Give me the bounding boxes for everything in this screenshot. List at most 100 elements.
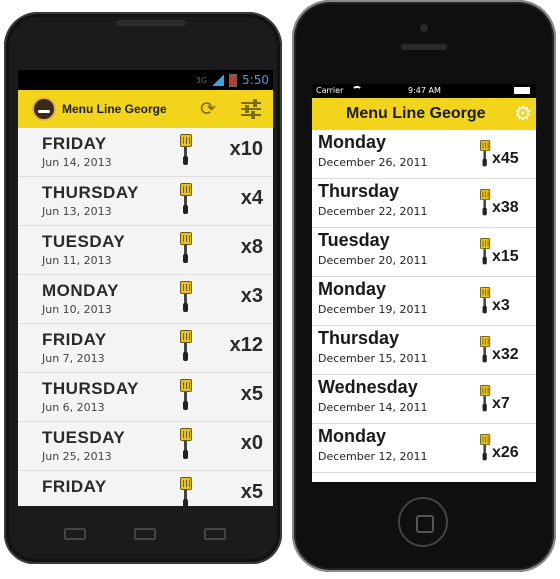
count-label: x38	[492, 199, 519, 216]
spatula-icon	[480, 140, 492, 172]
list-item[interactable]: THURSDAY Jun 13, 2013 x4	[18, 177, 273, 226]
spatula-icon	[180, 477, 192, 506]
count-label: x45	[492, 150, 519, 167]
app-title: Menu Line George	[62, 102, 167, 116]
count-label: x5	[240, 481, 263, 503]
count-label: x7	[492, 395, 510, 412]
android-nav-buttons	[4, 522, 282, 542]
spatula-icon	[480, 238, 492, 270]
front-camera	[420, 24, 428, 32]
date-label: December 26, 2011	[318, 156, 428, 169]
count-label: x26	[492, 444, 519, 461]
home-button[interactable]	[134, 528, 156, 540]
count-label: x10	[229, 138, 263, 160]
spatula-icon	[480, 434, 492, 466]
list-item[interactable]: Thursday December 22, 2011 x38	[312, 179, 536, 228]
day-label: TUESDAY	[42, 428, 126, 447]
date-label: December 20, 2011	[318, 254, 428, 267]
android-day-list: FRIDAY Jun 14, 2013 x10 THURSDAY Jun 13,…	[18, 128, 273, 506]
date-label: December 19, 2011	[318, 303, 428, 316]
day-label: THURSDAY	[42, 379, 139, 398]
day-label: Monday	[318, 279, 387, 299]
date-label: Jun 25, 2013	[42, 450, 112, 463]
list-item[interactable]: FRIDAY x5	[18, 471, 273, 506]
list-item[interactable]: Monday December 12, 2011 x26	[312, 424, 536, 473]
day-label: Wednesday	[318, 377, 418, 397]
date-label: Jun 10, 2013	[42, 303, 112, 316]
spatula-icon	[180, 330, 192, 362]
date-label: Jun 13, 2013	[42, 205, 112, 218]
spatula-icon	[180, 281, 192, 313]
spatula-icon	[180, 232, 192, 264]
spatula-icon	[180, 428, 192, 460]
day-label: FRIDAY	[42, 330, 107, 349]
android-earpiece	[116, 20, 186, 26]
battery-icon	[514, 87, 530, 94]
iphone-nav-bar: Menu Line George ⚙	[312, 98, 536, 130]
spatula-icon	[480, 189, 492, 221]
back-button[interactable]	[64, 528, 86, 540]
android-status-bar: 3G 5:50	[18, 70, 273, 90]
iphone-screen: Carrier 9:47 AM Menu Line George ⚙ Monda…	[312, 84, 536, 482]
day-label: MONDAY	[42, 281, 119, 300]
iphone-day-list: Monday December 26, 2011 x45 Thursday De…	[312, 130, 536, 473]
day-label: Thursday	[318, 328, 400, 348]
home-button[interactable]	[398, 497, 448, 547]
carrier-label: Carrier	[316, 86, 344, 95]
iphone-status-bar: Carrier 9:47 AM	[312, 84, 536, 98]
list-item[interactable]: FRIDAY Jun 14, 2013 x10	[18, 128, 273, 177]
app-title: Menu Line George	[346, 105, 486, 122]
day-label: Thursday	[318, 181, 400, 201]
day-label: Monday	[318, 426, 387, 446]
spatula-icon	[180, 134, 192, 166]
date-label: December 12, 2011	[318, 450, 428, 463]
list-item[interactable]: Monday December 26, 2011 x45	[312, 130, 536, 179]
signal-icon	[212, 74, 225, 86]
count-label: x3	[240, 285, 263, 307]
count-label: x5	[240, 383, 263, 405]
wifi-icon	[352, 86, 362, 94]
list-item[interactable]: THURSDAY Jun 6, 2013 x5	[18, 373, 273, 422]
spatula-icon	[480, 287, 492, 319]
spatula-icon	[180, 379, 192, 411]
list-item[interactable]: MONDAY Jun 10, 2013 x3	[18, 275, 273, 324]
day-label: Monday	[318, 132, 387, 152]
date-label: Jun 14, 2013	[42, 156, 112, 169]
day-label: THURSDAY	[42, 183, 139, 202]
spatula-icon	[180, 183, 192, 215]
date-label: December 14, 2011	[318, 401, 428, 414]
date-label: Jun 6, 2013	[42, 401, 105, 414]
count-label: x0	[240, 432, 263, 454]
android-phone: 3G 5:50 Menu Line George ⟳ FRIDAY Jun 14…	[4, 12, 282, 564]
list-item[interactable]: FRIDAY Jun 7, 2013 x12	[18, 324, 273, 373]
count-label: x8	[240, 236, 263, 258]
iphone: Carrier 9:47 AM Menu Line George ⚙ Monda…	[292, 0, 556, 572]
spatula-icon	[480, 385, 492, 417]
day-label: Tuesday	[318, 230, 390, 250]
sliders-icon[interactable]	[241, 99, 261, 119]
iphone-speaker	[401, 44, 447, 50]
network-indicator: 3G	[195, 75, 208, 85]
status-time: 5:50	[242, 73, 269, 87]
date-label: Jun 7, 2013	[42, 352, 105, 365]
status-time: 9:47 AM	[408, 86, 441, 95]
list-item[interactable]: Wednesday December 14, 2011 x7	[312, 375, 536, 424]
android-screen: 3G 5:50 Menu Line George ⟳ FRIDAY Jun 14…	[18, 70, 273, 506]
day-label: FRIDAY	[42, 477, 107, 496]
list-item[interactable]: TUESDAY Jun 11, 2013 x8	[18, 226, 273, 275]
android-action-bar: Menu Line George ⟳	[18, 90, 273, 128]
date-label: Jun 11, 2013	[42, 254, 112, 267]
count-label: x3	[492, 297, 510, 314]
list-item[interactable]: Tuesday December 20, 2011 x15	[312, 228, 536, 277]
date-label: December 22, 2011	[318, 205, 428, 218]
date-label: December 15, 2011	[318, 352, 428, 365]
list-item[interactable]: TUESDAY Jun 25, 2013 x0	[18, 422, 273, 471]
recent-apps-button[interactable]	[204, 528, 226, 540]
list-item[interactable]: Thursday December 15, 2011 x32	[312, 326, 536, 375]
list-item[interactable]: Monday December 19, 2011 x3	[312, 277, 536, 326]
battery-icon	[229, 73, 238, 87]
refresh-icon[interactable]: ⟳	[197, 98, 219, 120]
count-label: x32	[492, 346, 519, 363]
avatar[interactable]	[32, 97, 56, 121]
gear-icon[interactable]: ⚙	[514, 102, 532, 124]
